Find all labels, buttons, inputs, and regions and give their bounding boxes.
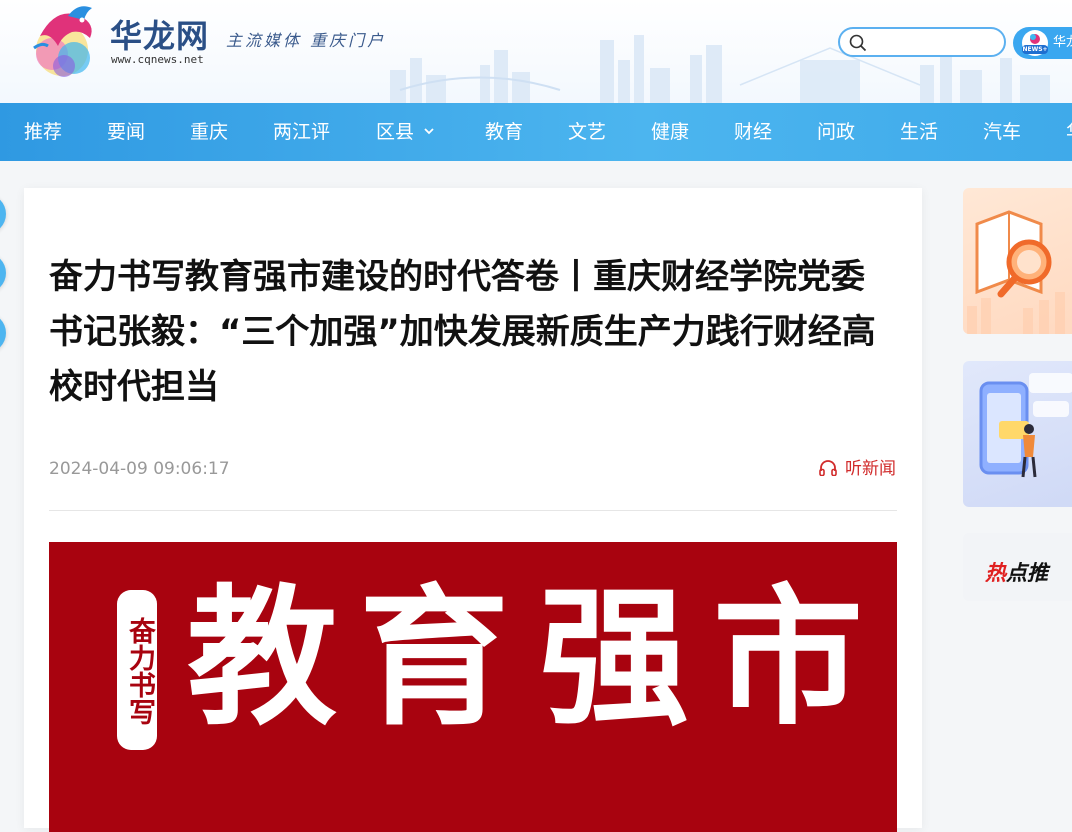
article-card: 奋力书写教育强市建设的时代答卷丨重庆财经学院党委书记张毅：“三个加强”加快发展新… <box>24 188 922 832</box>
app-label: 华龙 <box>1053 35 1072 50</box>
nav-item-districts-label: 区县 <box>376 121 415 143</box>
banner-seal-text: 奋力书写 <box>124 617 155 725</box>
listen-news-button[interactable]: 听新闻 <box>819 458 896 480</box>
site-header: 华龙网 www.cqnews.net 主流媒体 重庆门户 NEWS+ 华龙 <box>0 0 1072 103</box>
nav-item-chongqing[interactable]: 重庆 <box>190 103 228 161</box>
nav-item-recommend[interactable]: 推荐 <box>24 103 62 161</box>
nav-item-health[interactable]: 健康 <box>651 103 689 161</box>
search-box[interactable] <box>838 27 1006 57</box>
hot-label-rest: 点推 <box>1006 561 1048 585</box>
article-title: 奋力书写教育强市建设的时代答卷丨重庆财经学院党委书记张毅：“三个加强”加快发展新… <box>49 257 876 407</box>
nav-item-finance[interactable]: 财经 <box>734 103 772 161</box>
banner-char-2: 育 <box>359 570 510 746</box>
site-logo-text[interactable]: 华龙网 <box>110 18 209 54</box>
hot-label-first-char: 热 <box>985 561 1006 585</box>
nav-item-liangjiang[interactable]: 两江评 <box>273 103 330 161</box>
nav-item-arts[interactable]: 文艺 <box>568 103 606 161</box>
book-magnifier-icon <box>967 210 1065 334</box>
site-url: www.cqnews.net <box>111 53 204 66</box>
side-share-button-2[interactable] <box>0 253 6 293</box>
nav-item-headlines[interactable]: 要闻 <box>107 103 145 161</box>
nav-item-inquiry[interactable]: 问政 <box>817 103 855 161</box>
article-banner-image: 奋力书写 教 育 强 市 <box>49 542 897 832</box>
listen-news-label: 听新闻 <box>845 459 896 479</box>
hot-recommend-label: 热点推 <box>985 561 1048 585</box>
banner-char-1: 教 <box>187 570 338 746</box>
app-badge: NEWS+ <box>1022 45 1048 54</box>
nav-item-more[interactable]: 华 <box>1066 103 1072 161</box>
logo-icon[interactable] <box>22 2 104 82</box>
phone-person-icon <box>979 373 1072 478</box>
side-share-button-1[interactable] <box>0 194 6 234</box>
app-icon: NEWS+ <box>1022 30 1048 56</box>
app-download-button[interactable]: NEWS+ 华龙 <box>1013 27 1072 59</box>
banner-char-3: 强 <box>539 570 690 746</box>
banner-seal: 奋力书写 <box>117 590 157 750</box>
nav-item-districts[interactable]: 区县 <box>376 103 434 161</box>
sidebar-promo-card-1[interactable] <box>963 188 1072 334</box>
nav-item-auto[interactable]: 汽车 <box>983 103 1021 161</box>
sidebar-hot-section[interactable]: 热点推 <box>963 533 1072 601</box>
sidebar-promo-card-2[interactable] <box>963 361 1072 507</box>
article-date: 2024-04-09 09:06:17 <box>49 459 230 479</box>
chevron-down-icon <box>424 128 434 135</box>
search-icon[interactable] <box>849 34 867 52</box>
site-slogan: 主流媒体 重庆门户 <box>226 31 387 50</box>
meta-divider <box>49 510 897 511</box>
side-share-button-3[interactable] <box>0 313 6 353</box>
nav-item-education[interactable]: 教育 <box>485 103 523 161</box>
nav-item-life[interactable]: 生活 <box>900 103 938 161</box>
banner-char-4: 市 <box>713 570 864 746</box>
main-nav: 推荐 要闻 重庆 两江评 区县 教育 文艺 健康 财经 问政 生活 汽车 华 <box>0 103 1072 161</box>
search-input[interactable] <box>872 32 1002 54</box>
headphones-icon <box>819 460 837 477</box>
